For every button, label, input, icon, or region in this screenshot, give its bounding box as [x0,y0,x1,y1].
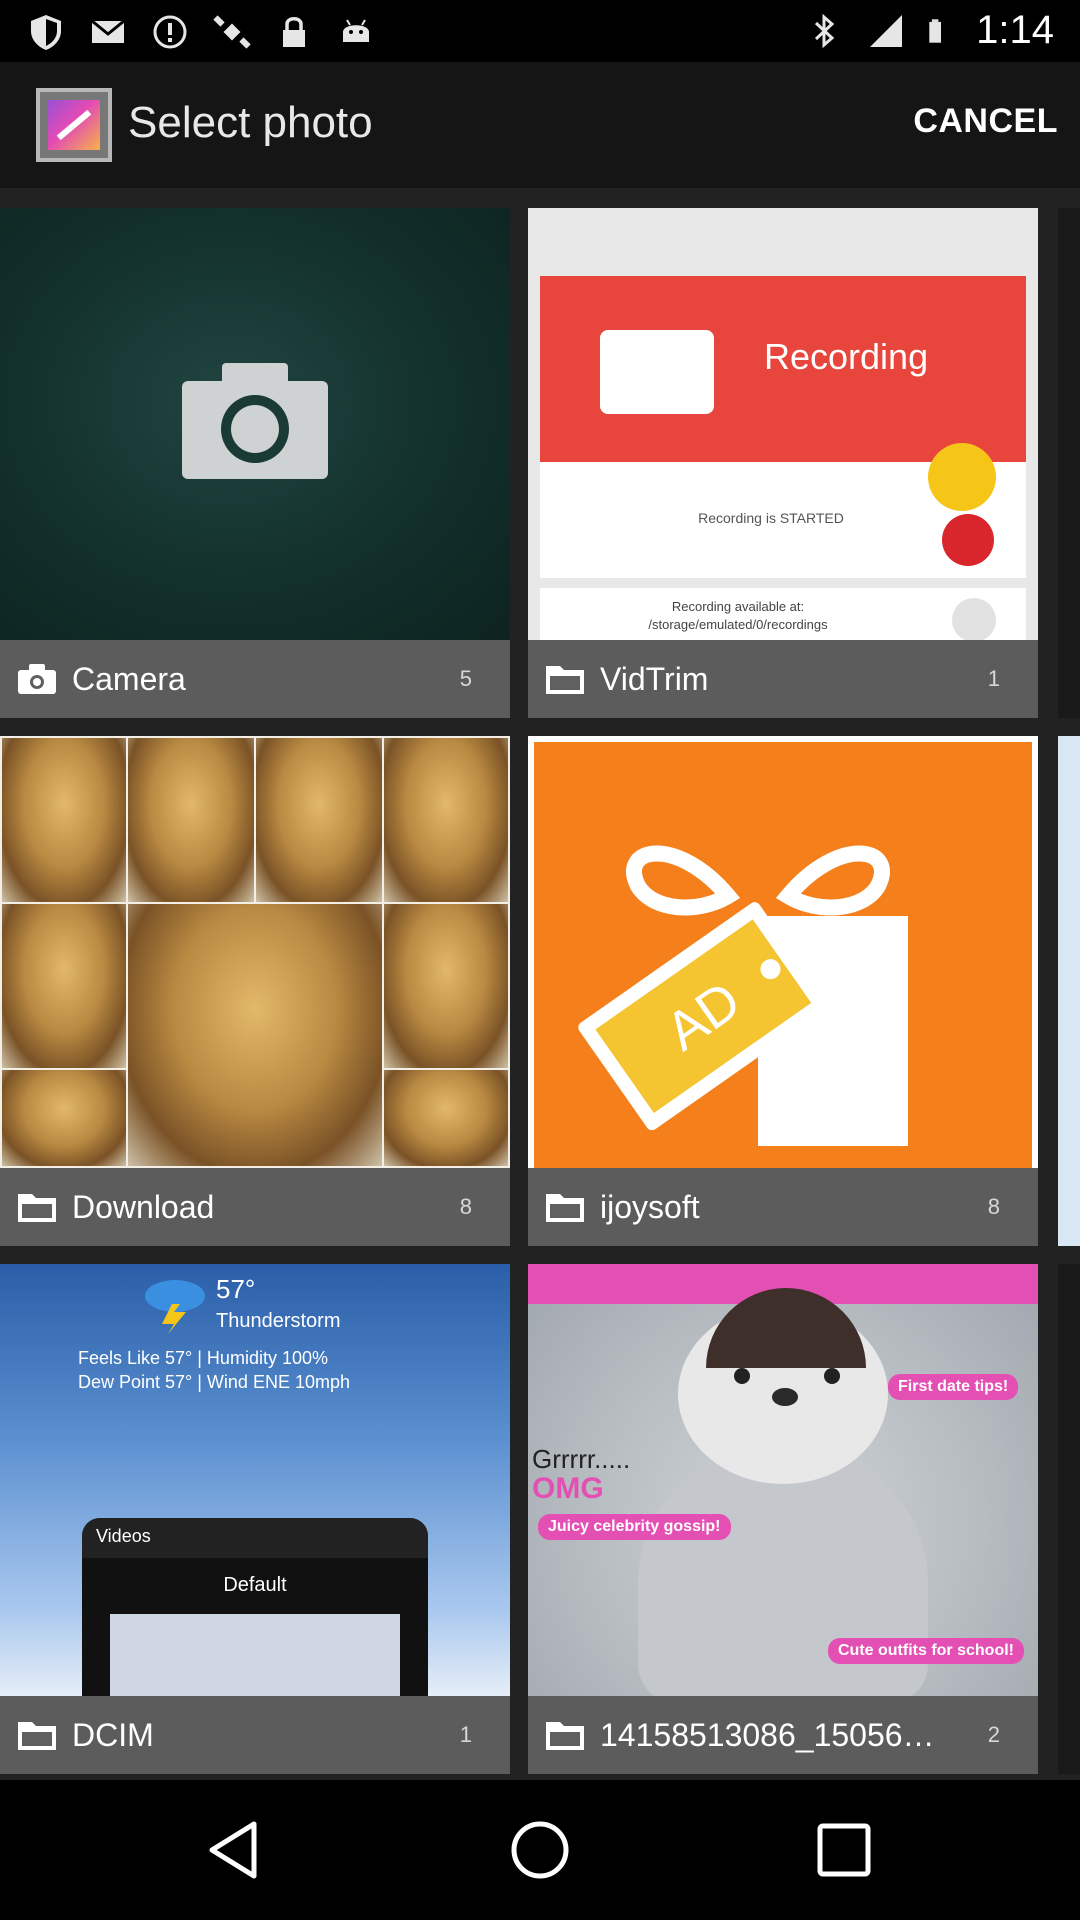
album-name: Camera [72,660,186,697]
album-thumbnail [0,208,510,640]
folder-icon [546,1194,584,1222]
album-name: Download [72,1188,215,1225]
album-grid: Camera 5 Recording Recording is STARTED … [0,188,1080,1780]
page-title: Select photo [128,98,373,147]
album-thumbnail: Grrrrr..... OMG Juicy celebrity gossip! … [528,1264,1038,1696]
album-count: 5 [459,666,472,691]
gear-icon [952,598,996,640]
lock-icon [283,17,305,47]
signal-icon [870,14,903,47]
recording-status: Recording is STARTED [698,510,844,526]
album-count: 2 [987,1722,1000,1747]
album-tile-download[interactable]: Download 8 [0,736,510,1246]
album-label: Download 8 [0,1168,510,1246]
home-icon[interactable] [500,1810,580,1890]
cancel-button[interactable]: CANCEL [913,102,1058,141]
folder-icon [546,1722,584,1750]
status-bar: 1:14 [0,0,1080,62]
album-count: 8 [987,1194,1000,1219]
storm-cloud-icon [145,1280,205,1334]
album-name: 14158513086_15056… [600,1716,935,1753]
folder-icon [546,666,584,694]
bluetooth-icon [815,13,835,48]
recents-icon[interactable] [804,1810,884,1890]
album-count: 1 [459,1722,472,1747]
camera-glyph-icon [182,363,328,479]
album-tile-ijoysoft[interactable]: AD ijoysoft 8 [528,736,1038,1246]
clapperboard-icon [600,330,714,414]
folder-icon [18,1722,56,1750]
android-icon [343,19,369,42]
album-label: DCIM 1 [0,1696,510,1774]
album-count: 1 [987,666,1000,691]
album-label: VidTrim 1 [528,640,1038,718]
album-thumbnail: Recording Recording is STARTED Recording… [528,208,1038,640]
alert-icon [153,15,187,49]
recording-path-text: Recording available at: /storage/emulate… [648,599,828,632]
album-label: 14158513086_15056… 2 [528,1696,1038,1774]
back-icon[interactable] [196,1810,276,1890]
battery-icon [929,18,942,43]
album-tile-partial[interactable] [1058,208,1080,718]
action-bar: Select photo CANCEL [0,62,1080,188]
album-thumbnail: AD [528,736,1038,1168]
mail-icon [91,19,125,43]
status-icons-left [26,12,376,52]
gift-ad-icon: AD [578,845,908,1146]
folder-icon [18,1194,56,1222]
album-label: ijoysoft 8 [528,1168,1038,1246]
album-count: 8 [459,1194,472,1219]
album-label: Camera 5 [0,640,510,718]
album-name: ijoysoft [600,1188,700,1225]
album-tile-partial[interactable] [1058,736,1080,1246]
shield-icon [31,15,61,50]
recording-label: Recording [764,336,929,377]
album-tile-partial[interactable] [1058,1264,1080,1774]
status-time: 1:14 [976,8,1054,52]
album-tile-14158513086[interactable]: Grrrrr..... OMG Juicy celebrity gossip! … [528,1264,1038,1774]
album-thumbnail [0,736,510,1168]
camera-icon [18,664,56,694]
album-name: VidTrim [600,660,709,697]
phone-mockup: Videos Default [82,1518,428,1696]
satellite-icon [213,15,251,49]
gallery-app-icon [36,88,112,162]
album-thumbnail: 57° Thunderstorm Feels Like 57° | Humidi… [0,1264,510,1696]
pause-icon [928,443,996,511]
status-icons-right: 1:14 [804,8,1054,53]
album-tile-dcim[interactable]: 57° Thunderstorm Feels Like 57° | Humidi… [0,1264,510,1774]
album-tile-camera[interactable]: Camera 5 [0,208,510,718]
navigation-bar [0,1780,1080,1920]
album-tile-vidtrim[interactable]: Recording Recording is STARTED Recording… [528,208,1038,718]
album-name: DCIM [72,1716,154,1753]
